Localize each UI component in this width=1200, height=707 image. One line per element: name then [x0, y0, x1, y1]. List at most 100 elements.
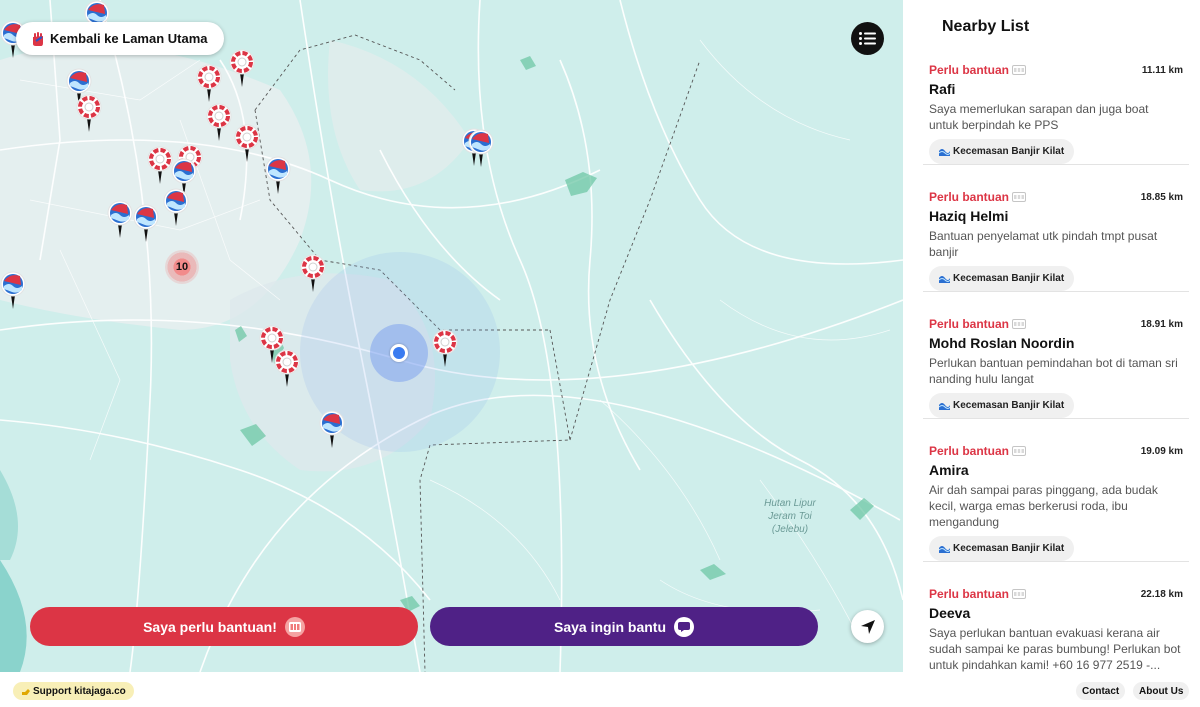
category-tag[interactable]: Kecemasan Banjir Kilat [929, 266, 1075, 291]
status-text: Perlu bantuan [929, 317, 1010, 331]
sos-icon [1012, 319, 1027, 329]
support-label: Support kitajaga.co [33, 685, 126, 697]
flood-marker[interactable] [468, 129, 494, 169]
contact-link[interactable]: Contact [1076, 682, 1126, 700]
flood-wave-icon [468, 129, 494, 167]
flood-wave-icon [319, 410, 345, 448]
status-text: Perlu bantuan [929, 587, 1010, 601]
status-text: Perlu bantuan [929, 63, 1010, 77]
lifebuoy-icon [76, 94, 102, 132]
distance-label: 22.18 km [1140, 589, 1183, 600]
flood-marker[interactable] [107, 200, 133, 240]
sos-icon [1012, 589, 1027, 599]
rescue-marker[interactable] [147, 146, 173, 186]
flood-wave-icon [163, 188, 189, 226]
category-tag-label: Kecemasan Banjir Kilat [953, 400, 1065, 411]
map[interactable]: 10 Hutan Lipur Jeram Toi (Jelebu) Kembal… [0, 0, 903, 672]
requester-name: Haziq Helmi [929, 208, 1009, 224]
nearby-list-item[interactable]: Perlu bantuan 22.18 km Deeva Saya perlukan … [923, 587, 1189, 672]
requester-name: Mohd Roslan Noordin [929, 335, 1075, 351]
distance-label: 18.85 km [1140, 192, 1183, 203]
app: 10 Hutan Lipur Jeram Toi (Jelebu) Kembal… [0, 0, 1200, 707]
distance-label: 18.91 km [1140, 319, 1183, 330]
category-tag[interactable]: Kecemasan Banjir Kilat [929, 393, 1075, 418]
category-tag[interactable]: Kecemasan Banjir Kilat [929, 139, 1075, 164]
lifebuoy-icon [147, 146, 173, 184]
lifebuoy-icon [300, 254, 326, 292]
requester-name: Deeva [929, 605, 971, 621]
sos-icon [1012, 446, 1027, 456]
lifebuoy-icon [206, 103, 232, 141]
list-icon [859, 32, 876, 45]
rescue-marker[interactable] [300, 254, 326, 294]
flood-marker[interactable] [265, 156, 291, 196]
flood-marker[interactable] [0, 271, 26, 311]
support-link[interactable]: Support kitajaga.co [13, 682, 134, 700]
about-link[interactable]: About Us [1133, 682, 1190, 700]
status-text: Perlu bantuan [929, 444, 1010, 458]
chat-icon [674, 616, 694, 637]
marker-cluster[interactable]: 10 [165, 250, 199, 284]
sos-icon [1012, 192, 1027, 202]
lifebuoy-icon [229, 49, 255, 87]
rescue-marker[interactable] [432, 329, 458, 369]
about-label: About Us [1139, 685, 1184, 697]
nearby-list-item[interactable]: Perlu bantuan 11.11 km Rafi Saya memerlukan… [923, 63, 1189, 165]
lifebuoy-icon [274, 349, 300, 387]
rescue-marker[interactable] [274, 349, 300, 389]
current-location-dot [390, 344, 408, 362]
category-tag[interactable]: Kecemasan Banjir Kilat [929, 536, 1075, 561]
rescue-marker[interactable] [229, 49, 255, 89]
flood-wave-icon [265, 156, 291, 194]
flood-wave-icon [939, 546, 950, 553]
request-description: Bantuan penyelamat utk pindah tmpt pusat… [929, 229, 1158, 259]
locate-me-button[interactable] [851, 610, 884, 643]
request-description: Perlukan bantuan pemindahan bot di taman… [929, 356, 1178, 386]
nearby-list-item[interactable]: Perlu bantuan 18.91 km Mohd Roslan Noordin… [923, 317, 1189, 419]
lifebuoy-icon [234, 124, 260, 162]
need-help-label: Saya perlu bantuan! [143, 618, 277, 635]
status-text: Perlu bantuan [929, 190, 1010, 204]
flood-marker[interactable] [133, 204, 159, 244]
category-tag-label: Kecemasan Banjir Kilat [953, 273, 1065, 284]
rescue-marker[interactable] [234, 124, 260, 164]
flood-wave-icon [939, 276, 950, 283]
nearby-list-item[interactable]: Perlu bantuan 18.85 km Haziq Helmi Bantuan … [923, 190, 1189, 292]
give-help-button[interactable]: Saya ingin bantu [430, 607, 818, 646]
lifebuoy-icon [432, 329, 458, 367]
rescue-marker[interactable] [196, 64, 222, 104]
request-description: Saya perlukan bantuan evakuasi kerana ai… [929, 626, 1181, 672]
lifebuoy-icon [196, 64, 222, 102]
flood-wave-icon [0, 271, 26, 309]
category-tag-label: Kecemasan Banjir Kilat [953, 543, 1065, 554]
distance-label: 11.11 km [1141, 65, 1183, 76]
hand-heart-icon [22, 689, 30, 695]
distance-label: 19.09 km [1140, 446, 1183, 457]
flood-wave-icon [939, 149, 950, 156]
home-button[interactable]: Kembali ke Laman Utama [16, 22, 224, 55]
requester-name: Amira [929, 462, 969, 478]
flood-marker[interactable] [163, 188, 189, 228]
footer [0, 672, 1200, 707]
flood-marker[interactable] [319, 410, 345, 450]
panel-title: Nearby List [942, 18, 1030, 35]
sos-icon [284, 616, 305, 637]
navigation-arrow-icon [860, 619, 875, 634]
request-description: Saya memerlukan sarapan dan juga boat un… [929, 102, 1149, 132]
flood-wave-icon [939, 403, 950, 410]
rescue-marker[interactable] [76, 94, 102, 134]
need-help-button[interactable]: Saya perlu bantuan! [30, 607, 418, 646]
map-place-label: Hutan Lipur Jeram Toi (Jelebu) [764, 498, 816, 535]
list-toggle-button[interactable] [851, 22, 884, 55]
sos-icon [1012, 65, 1027, 75]
requester-name: Rafi [929, 81, 956, 97]
flood-wave-icon [107, 200, 133, 238]
hand-icon [33, 31, 43, 46]
nearby-list-item[interactable]: Perlu bantuan 19.09 km Amira Air dah sampai… [923, 444, 1189, 562]
category-tag-label: Kecemasan Banjir Kilat [953, 146, 1065, 157]
nearby-panel[interactable]: Nearby List Perlu bantuan 11.11 km Rafi Say… [903, 0, 1200, 672]
contact-label: Contact [1082, 685, 1120, 697]
request-description: Air dah sampai paras pinggang, ada budak… [929, 483, 1158, 529]
home-button-label: Kembali ke Laman Utama [50, 31, 208, 46]
rescue-marker[interactable] [206, 103, 232, 143]
